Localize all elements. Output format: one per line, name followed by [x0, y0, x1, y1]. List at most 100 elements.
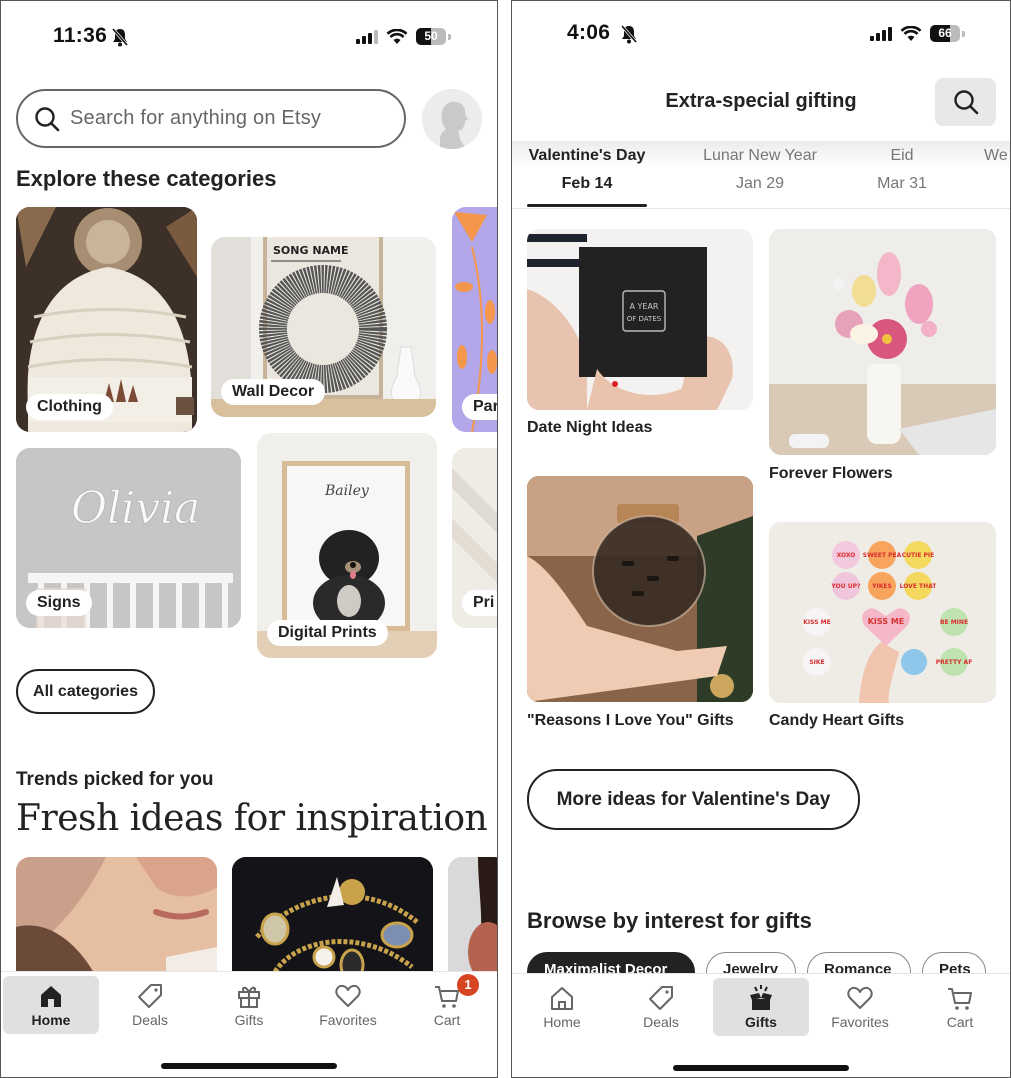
gift-card-candy-heart[interactable]: XOXO SWEET PEA CUTIE PIE YOU UP? YIKES L…	[769, 522, 996, 703]
gift-icon	[238, 986, 260, 1008]
status-time: 4:06	[567, 21, 611, 44]
search-placeholder: Search for anything on Etsy	[70, 107, 322, 129]
bottom-nav: Home Deals Gifts Favorites	[1, 971, 497, 1077]
nav-favorites[interactable]: Favorites	[300, 976, 396, 1034]
gift-card-forever-flowers[interactable]	[769, 229, 996, 455]
cart-icon	[948, 988, 972, 1010]
search-icon	[953, 90, 978, 115]
flower-bouquet-image	[769, 229, 996, 455]
svg-text:KISS ME: KISS ME	[868, 617, 905, 626]
svg-text:A YEAR: A YEAR	[630, 302, 659, 311]
svg-text:YIKES: YIKES	[871, 583, 892, 590]
heart-icon	[335, 984, 361, 1007]
signal-icon	[356, 29, 378, 44]
category-card-prints[interactable]: Pri	[452, 448, 497, 628]
trend-card[interactable]	[448, 857, 497, 977]
bell-off-icon	[620, 25, 638, 44]
battery-icon: 50	[416, 28, 446, 45]
trend-card[interactable]	[16, 857, 217, 977]
tab-valentines-day[interactable]: Valentine's Day Feb 14	[527, 147, 647, 193]
categories-title: Explore these categories	[16, 166, 277, 191]
svg-text:SIKE: SIKE	[809, 659, 824, 666]
battery-icon: 66	[930, 25, 960, 42]
wifi-icon	[900, 25, 922, 41]
home-indicator	[161, 1063, 337, 1069]
holiday-tabs: Valentine's Day Feb 14 Lunar New Year Ja…	[512, 141, 1010, 209]
wifi-icon	[386, 28, 408, 44]
nav-gifts[interactable]: Gifts	[713, 978, 809, 1036]
all-categories-button[interactable]: All categories	[16, 669, 155, 714]
more-ideas-button[interactable]: More ideas for Valentine's Day	[527, 769, 860, 830]
nav-home[interactable]: Home	[514, 978, 610, 1036]
tab-eid[interactable]: Eid Mar 31	[872, 147, 932, 193]
svg-text:SONG NAME: SONG NAME	[273, 244, 349, 257]
cart-badge: 1	[457, 974, 479, 996]
gift-card-date-night[interactable]: A YEAR OF DATES	[527, 229, 753, 410]
bell-off-icon	[111, 28, 129, 47]
home-indicator	[673, 1065, 849, 1071]
trend-image	[448, 857, 497, 977]
nav-cart[interactable]: Cart	[912, 978, 1008, 1036]
svg-text:KISS ME: KISS ME	[803, 619, 830, 626]
heart-icon	[847, 986, 873, 1009]
svg-text:Bailey: Bailey	[324, 483, 370, 499]
tag-icon	[649, 986, 673, 1010]
nav-cart[interactable]: Cart 1	[399, 974, 495, 1034]
candy-hearts-image: XOXO SWEET PEA CUTIE PIE YOU UP? YIKES L…	[769, 522, 996, 703]
home-icon	[41, 986, 61, 1007]
category-card-clothing[interactable]: Clothing	[16, 207, 197, 432]
gift-card-label: Forever Flowers	[769, 465, 893, 482]
tab-lunar-new-year[interactable]: Lunar New Year Jan 29	[695, 147, 825, 193]
category-label: Par	[462, 394, 497, 420]
svg-text:CUTIE PIE: CUTIE PIE	[902, 552, 935, 559]
tag-icon	[138, 984, 162, 1008]
svg-text:OF DATES: OF DATES	[627, 315, 662, 323]
category-card-digital-prints[interactable]: Bailey Digital Prints	[257, 433, 437, 658]
status-bar: 4:06 66	[512, 21, 1010, 55]
gift-card-reasons-i-love-you[interactable]	[527, 476, 753, 702]
category-card-signs[interactable]: Olivia Signs	[16, 448, 241, 628]
home-screen: 11:36 50 Search for anything on Etsy Exp…	[0, 0, 498, 1078]
date-box-image: A YEAR OF DATES	[527, 229, 753, 410]
svg-text:BE MINE: BE MINE	[940, 619, 968, 626]
svg-text:LOVE THAT: LOVE THAT	[900, 583, 938, 590]
nav-gifts[interactable]: Gifts	[201, 976, 297, 1034]
trend-card[interactable]	[232, 857, 433, 977]
bottom-nav: Home Deals Gifts Favorites	[512, 973, 1010, 1077]
svg-text:XOXO: XOXO	[837, 552, 856, 559]
category-card-party[interactable]: Par	[452, 207, 497, 432]
gift-box-open-icon	[750, 985, 772, 1010]
model-portrait-image	[16, 857, 217, 977]
capsule-jar-image	[527, 476, 753, 702]
signal-icon	[870, 26, 892, 41]
active-tab-indicator	[527, 204, 647, 207]
browse-title: Browse by interest for gifts	[527, 908, 812, 933]
trends-subtitle: Trends picked for you	[16, 769, 214, 790]
svg-text:YOU UP?: YOU UP?	[831, 583, 861, 590]
search-icon	[35, 106, 60, 131]
gift-card-label: "Reasons I Love You" Gifts	[527, 712, 734, 729]
search-button[interactable]	[935, 78, 996, 126]
category-label: Pri	[462, 590, 497, 616]
gifts-screen: 4:06 66 Extra-special gifting Valentine'…	[511, 0, 1011, 1078]
nav-deals[interactable]: Deals	[102, 976, 198, 1034]
gift-card-label: Date Night Ideas	[527, 419, 653, 436]
avatar[interactable]	[422, 89, 482, 149]
gift-card-label: Candy Heart Gifts	[769, 712, 905, 729]
status-bar: 11:36 50	[1, 21, 497, 55]
category-label: Signs	[26, 590, 92, 616]
home-icon	[551, 987, 573, 1010]
nav-deals[interactable]: Deals	[613, 978, 709, 1036]
nav-favorites[interactable]: Favorites	[812, 978, 908, 1036]
category-label: Clothing	[26, 394, 113, 420]
search-input[interactable]: Search for anything on Etsy	[16, 89, 406, 148]
category-card-wall-decor[interactable]: SONG NAME Wall Decor	[211, 237, 436, 417]
nav-home[interactable]: Home	[3, 976, 99, 1034]
svg-text:PRETTY AF: PRETTY AF	[936, 659, 973, 666]
charm-bracelet-image	[232, 857, 433, 977]
svg-text:SWEET PEA: SWEET PEA	[863, 552, 902, 559]
status-time: 11:36	[53, 24, 108, 47]
user-silhouette-icon	[440, 101, 468, 149]
tab-partial[interactable]: We	[984, 147, 1010, 165]
category-label: Digital Prints	[267, 620, 388, 646]
